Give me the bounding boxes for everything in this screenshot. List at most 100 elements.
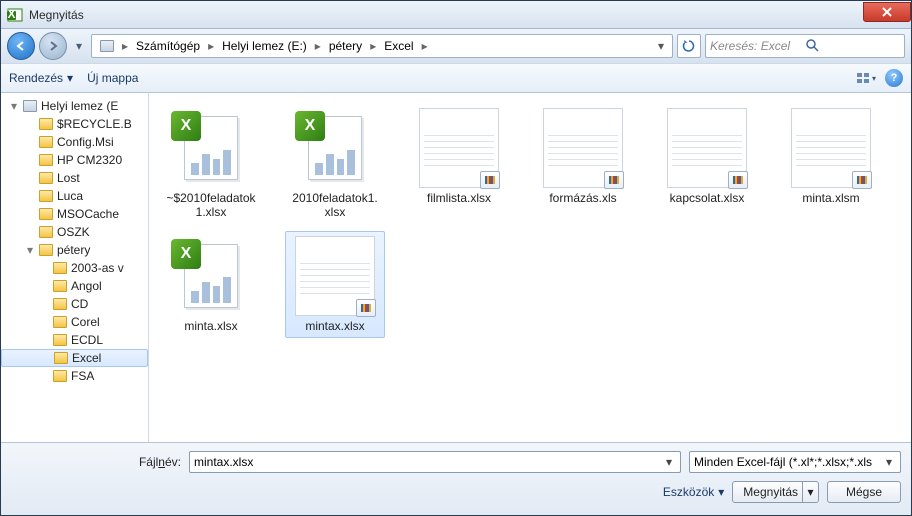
tree-item[interactable]: Luca: [1, 187, 148, 205]
tree-item[interactable]: OSZK: [1, 223, 148, 241]
history-dropdown[interactable]: ▾: [71, 39, 87, 53]
tree-item[interactable]: ▾ Helyi lemez (E: [1, 97, 148, 115]
chevron-down-icon[interactable]: ▾: [882, 455, 896, 469]
close-button[interactable]: [863, 2, 911, 22]
filetype-filter[interactable]: Minden Excel-fájl (*.xl*;*.xlsx;*.xls ▾: [689, 451, 901, 473]
file-name: mintax.xlsx: [305, 320, 364, 334]
tree-item[interactable]: $RECYCLE.B: [1, 115, 148, 133]
excel-overlay-icon: [480, 171, 500, 189]
tree-label: Config.Msi: [57, 135, 114, 149]
view-options-button[interactable]: ▾: [855, 68, 877, 88]
file-name: kapcsolat.xlsx: [670, 192, 745, 206]
tree-label: FSA: [71, 369, 94, 383]
chevron-right-icon[interactable]: ▸: [313, 39, 323, 53]
open-split-dropdown[interactable]: ▾: [802, 482, 818, 502]
tree-label: Excel: [72, 351, 101, 365]
tree-label: CD: [71, 297, 88, 311]
file-name: formázás.xls: [549, 192, 616, 206]
file-thumbnail: X: [295, 108, 375, 188]
tree-item[interactable]: CD: [1, 295, 148, 313]
tree-label: Helyi lemez (E: [41, 99, 118, 113]
tree-label: Luca: [57, 189, 83, 203]
refresh-button[interactable]: [677, 34, 701, 58]
drive-icon: [23, 100, 37, 112]
file-item[interactable]: filmlista.xlsx: [409, 103, 509, 225]
cancel-button[interactable]: Mégse: [827, 481, 901, 503]
tree-label: HP CM2320: [57, 153, 122, 167]
folder-icon: [53, 370, 67, 382]
crumb-folder-1[interactable]: pétery: [323, 35, 368, 57]
folder-icon: [39, 208, 53, 220]
crumb-root-icon[interactable]: [94, 35, 120, 57]
tree-item[interactable]: Excel: [1, 349, 148, 367]
tree-label: MSOCache: [57, 207, 119, 221]
chevron-down-icon: ▾: [872, 74, 876, 83]
organize-menu[interactable]: Rendezés ▾: [9, 71, 73, 85]
folder-tree[interactable]: ▾ Helyi lemez (E $RECYCLE.B Config.Msi HP CM…: [1, 93, 149, 442]
titlebar: X Megnyitás: [1, 1, 911, 29]
file-thumbnail: [667, 108, 747, 188]
crumb-folder-2[interactable]: Excel: [378, 35, 419, 57]
tree-item[interactable]: Config.Msi: [1, 133, 148, 151]
back-button[interactable]: [7, 32, 35, 60]
tree-item[interactable]: ECDL: [1, 331, 148, 349]
file-name: filmlista.xlsx: [427, 192, 491, 206]
search-placeholder: Keresés: Excel: [710, 39, 805, 53]
folder-icon: [39, 244, 53, 256]
tree-label: Lost: [57, 171, 80, 185]
file-item[interactable]: X ~$2010feladatok1.xlsx: [161, 103, 261, 225]
tree-item[interactable]: Corel: [1, 313, 148, 331]
tree-item[interactable]: ▾pétery: [1, 241, 148, 259]
tree-item[interactable]: Angol: [1, 277, 148, 295]
crumb-computer[interactable]: Számítógép: [130, 35, 206, 57]
excel-icon: X: [171, 239, 201, 269]
file-item[interactable]: kapcsolat.xlsx: [657, 103, 757, 225]
excel-overlay-icon: [356, 299, 376, 317]
folder-icon: [39, 136, 53, 148]
help-button[interactable]: ?: [885, 69, 903, 87]
excel-icon: X: [171, 111, 201, 141]
address-bar[interactable]: ▸ Számítógép ▸ Helyi lemez (E:) ▸ pétery…: [91, 34, 673, 58]
file-thumbnail: [791, 108, 871, 188]
search-input[interactable]: Keresés: Excel: [705, 34, 905, 58]
tree-item[interactable]: Lost: [1, 169, 148, 187]
tree-item[interactable]: MSOCache: [1, 205, 148, 223]
navbar: ▾ ▸ Számítógép ▸ Helyi lemez (E:) ▸ péte…: [1, 29, 911, 63]
excel-app-icon: X: [7, 7, 23, 23]
new-folder-button[interactable]: Új mappa: [87, 71, 138, 85]
chevron-right-icon[interactable]: ▸: [420, 39, 430, 53]
forward-button[interactable]: [39, 32, 67, 60]
tree-item[interactable]: HP CM2320: [1, 151, 148, 169]
file-name: 2010feladatok1.xlsx: [290, 192, 380, 220]
file-item[interactable]: mintax.xlsx: [285, 231, 385, 339]
folder-icon: [53, 316, 67, 328]
search-icon: [805, 38, 900, 55]
open-dialog: X Megnyitás ▾ ▸ Számítógép ▸ Helyi lemez…: [0, 0, 912, 516]
chevron-down-icon[interactable]: ▾: [662, 455, 676, 469]
tree-item[interactable]: 2003-as v: [1, 259, 148, 277]
filename-input[interactable]: mintax.xlsx ▾: [189, 451, 681, 473]
excel-overlay-icon: [852, 171, 872, 189]
file-name: minta.xlsx: [184, 320, 237, 334]
file-item[interactable]: minta.xlsm: [781, 103, 881, 225]
file-pane[interactable]: X ~$2010feladatok1.xlsx X 2010feladatok1.xl…: [149, 93, 911, 442]
file-item[interactable]: formázás.xls: [533, 103, 633, 225]
expand-icon[interactable]: ▾: [25, 243, 35, 257]
file-item[interactable]: X 2010feladatok1.xlsx: [285, 103, 385, 225]
expand-icon[interactable]: ▾: [9, 99, 19, 113]
tools-menu[interactable]: Eszközök ▾: [663, 485, 724, 499]
computer-icon: [100, 40, 114, 52]
crumb-drive[interactable]: Helyi lemez (E:): [216, 35, 313, 57]
footer: Fájlnév: mintax.xlsx ▾ Minden Excel-fájl…: [1, 442, 911, 515]
file-item[interactable]: Xminta.xlsx: [161, 231, 261, 339]
chevron-right-icon[interactable]: ▸: [206, 39, 216, 53]
chevron-right-icon[interactable]: ▸: [120, 39, 130, 53]
tree-item[interactable]: FSA: [1, 367, 148, 385]
window-title: Megnyitás: [29, 8, 863, 22]
file-name: ~$2010feladatok1.xlsx: [166, 192, 256, 220]
open-button[interactable]: Megnyitás ▾: [732, 481, 819, 503]
body: ▾ Helyi lemez (E $RECYCLE.B Config.Msi HP CM…: [1, 93, 911, 442]
tree-label: OSZK: [57, 225, 90, 239]
address-dropdown[interactable]: ▾: [652, 39, 670, 53]
chevron-right-icon[interactable]: ▸: [368, 39, 378, 53]
